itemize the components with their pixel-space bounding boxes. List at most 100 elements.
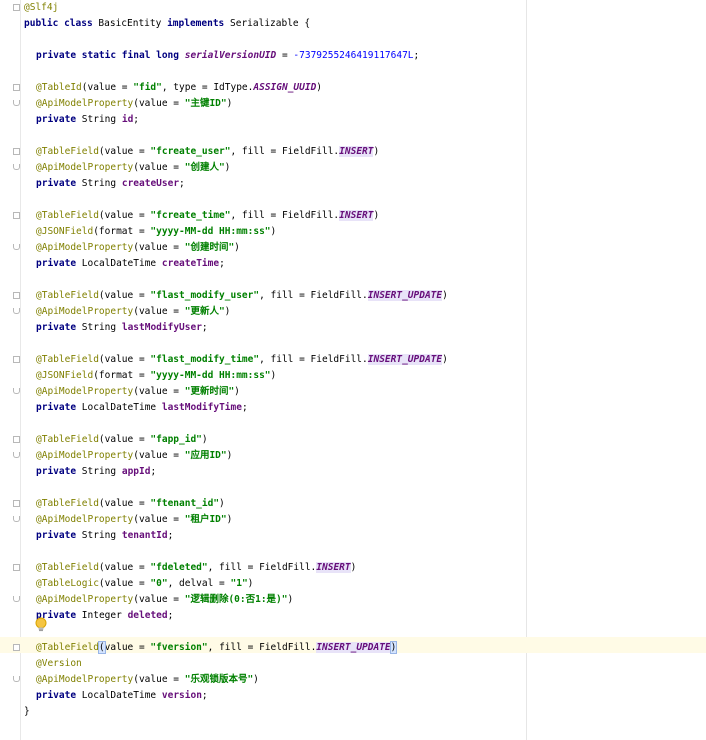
fold-icon[interactable] [13,164,20,170]
brace: { [304,18,311,29]
type-name: String [81,114,117,125]
type-name: LocalDateTime [81,690,157,701]
string-literal: "逻辑删除(0:否1:是)" [184,594,288,605]
line-annotation[interactable]: @ApiModelProperty(value = "创建人") [0,160,706,176]
line-field-declaration[interactable]: private LocalDateTime createTime; [0,256,706,272]
line-annotation[interactable]: @ApiModelProperty(value = "创建时间") [0,240,706,256]
lightbulb-icon[interactable] [34,617,48,633]
line-field-declaration[interactable]: private String lastModifyUser; [0,320,706,336]
code-token: (value = [98,562,151,573]
line-annotation[interactable]: @JSONField(format = "yyyy-MM-dd HH:mm:ss… [0,224,706,240]
code-token: (value = [133,162,185,173]
code-line-text: @TableField(value = "fcreate_time", fill… [36,208,379,224]
fold-icon[interactable] [13,516,20,522]
line-annotation[interactable]: @TableField(value = "fcreate_time", fill… [0,208,706,224]
code-line-text: @ApiModelProperty(value = "乐观锁版本号") [36,672,259,688]
line-annotation[interactable]: @TableField(value = "fcreate_user", fill… [0,144,706,160]
line-annotation[interactable]: @Version [0,656,706,672]
line-class-annotation[interactable]: @Slf4j [0,0,706,16]
string-literal: "创建人" [184,162,225,173]
fold-icon[interactable] [13,244,20,250]
annotation-name: @JSONField [36,370,94,381]
line-field-declaration[interactable]: private Integer deleted; [0,608,706,624]
fold-icon[interactable] [13,308,20,314]
type-name: String [81,530,117,541]
fold-icon[interactable] [13,212,20,219]
code-token: (value = [98,146,151,157]
code-token: ) [247,578,254,589]
keyword: private [36,690,77,701]
string-literal: "创建时间" [184,242,235,253]
code-line-text: @ApiModelProperty(value = "创建人") [36,160,230,176]
line-class-declaration[interactable]: public class BasicEntity implements Seri… [0,16,706,32]
fold-icon[interactable] [13,148,20,155]
fold-icon[interactable] [13,100,20,106]
string-literal: "更新时间" [184,386,235,397]
interface-name: Serializable [230,18,299,29]
code-line-text: @ApiModelProperty(value = "主键ID") [36,96,232,112]
fold-icon[interactable] [13,676,20,682]
line-annotation[interactable]: @ApiModelProperty(value = "乐观锁版本号") [0,672,706,688]
line-field-declaration[interactable]: private String createUser; [0,176,706,192]
type-name: String [81,466,117,477]
annotation-name: @ApiModelProperty [36,450,134,461]
fold-icon[interactable] [13,4,20,11]
fold-icon[interactable] [13,452,20,458]
keyword: private [36,530,77,541]
type-name: Integer [81,610,122,621]
string-literal: "flast_modify_user" [150,290,260,301]
fold-icon[interactable] [13,292,20,299]
line-annotation[interactable]: @ApiModelProperty(value = "逻辑删除(0:否1:是)"… [0,592,706,608]
line-annotation[interactable]: @ApiModelProperty(value = "应用ID") [0,448,706,464]
fold-icon[interactable] [13,436,20,443]
line-field-declaration[interactable]: private String id; [0,112,706,128]
fold-icon[interactable] [13,596,20,602]
fold-icon[interactable] [13,388,20,394]
field-name: lastModifyTime [161,402,242,413]
line-field-declaration[interactable]: private LocalDateTime version; [0,688,706,704]
line-annotation[interactable]: @TableField(value = "fversion", fill = F… [0,640,706,656]
line-annotation[interactable]: @TableLogic(value = "0", delval = "1") [0,576,706,592]
line-annotation[interactable]: @TableField(value = "flast_modify_user",… [0,288,706,304]
fold-icon[interactable] [13,564,20,571]
line-field-declaration[interactable]: private LocalDateTime lastModifyTime; [0,400,706,416]
code-editor[interactable]: @Slf4j public class BasicEntity implement… [0,0,706,740]
code-token: ) [201,434,208,445]
line-field-declaration[interactable]: private String appId; [0,464,706,480]
line-annotation[interactable]: @TableField(value = "fdeleted", fill = F… [0,560,706,576]
line-annotation[interactable]: @TableField(value = "fapp_id") [0,432,706,448]
line-annotation[interactable]: @TableId(value = "fid", type = IdType.AS… [0,80,706,96]
annotation-name: @TableField [36,210,99,221]
code-line-text: @ApiModelProperty(value = "租户ID") [36,512,232,528]
code-token: ; [219,258,225,269]
keyword: private [36,178,77,189]
type-name: LocalDateTime [81,402,157,413]
line-class-end[interactable]: } [0,704,706,720]
fold-icon[interactable] [13,356,20,363]
code-token: ) [219,498,225,509]
keyword: private [36,402,77,413]
code-line-text: @ApiModelProperty(value = "更新人") [36,304,230,320]
code-token: (value = [98,290,151,301]
field-name: appId [121,466,151,477]
field-name: lastModifyUser [121,322,202,333]
line-annotation[interactable]: @JSONField(format = "yyyy-MM-dd HH:mm:ss… [0,368,706,384]
code-line-text: } [24,704,30,720]
code-token: ; [167,530,174,541]
code-token: (value = [133,306,185,317]
line-annotation[interactable]: @ApiModelProperty(value = "更新人") [0,304,706,320]
string-literal: "0" [150,578,168,589]
line-annotation[interactable]: @ApiModelProperty(value = "更新时间") [0,384,706,400]
line-annotation[interactable]: @ApiModelProperty(value = "主键ID") [0,96,706,112]
line-serial-version[interactable]: private static final long serialVersionU… [0,48,706,64]
line-annotation[interactable]: @TableField(value = "ftenant_id") [0,496,706,512]
line-annotation[interactable]: @TableField(value = "flast_modify_time",… [0,352,706,368]
fold-icon[interactable] [13,500,20,507]
code-token: (value = [133,98,185,109]
line-annotation[interactable]: @ApiModelProperty(value = "租户ID") [0,512,706,528]
code-token: (value = [98,210,151,221]
fold-icon[interactable] [13,644,20,651]
fold-icon[interactable] [13,84,20,91]
string-literal: "fid" [133,82,162,93]
line-field-declaration[interactable]: private String tenantId; [0,528,706,544]
